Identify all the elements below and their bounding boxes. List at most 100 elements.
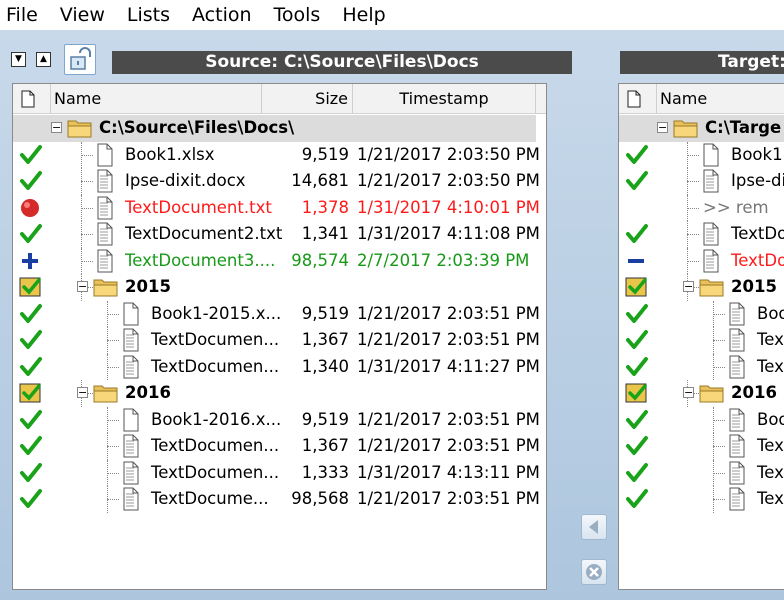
target-pane[interactable]: Name − C:\Targe Book1. Ipse-di >> rem TextDo T… [618,83,784,590]
menu-bar: File View Lists Action Tools Help [0,0,784,30]
file-row[interactable]: TextDo [619,221,784,248]
file-row[interactable]: TextDocumen... 1,333 1/31/2017 4:13:11 PM [13,459,540,486]
tree-line [81,260,93,262]
file-row[interactable]: Tex [619,486,784,513]
file-name: TextDocumen... [151,330,280,349]
name-column-header[interactable]: Name [657,84,784,114]
file-row[interactable]: TextDocument.txt 1,378 1/31/2017 4:10:01 P… [13,194,540,221]
file-row[interactable]: Tex [619,353,784,380]
folder-row[interactable]: − 2016 [619,380,784,407]
folder-name: 2015 [731,277,777,296]
copy-left-button[interactable] [581,514,607,540]
move-down-icon[interactable]: ▼ [11,52,26,67]
file-row[interactable]: Boo [619,300,784,327]
file-row[interactable]: TextDo [619,247,784,274]
menu-lists[interactable]: Lists [121,4,176,26]
file-row[interactable]: >> rem [619,194,784,221]
document-icon [729,487,745,511]
folder-row[interactable]: − C:\Targe [619,115,784,142]
document-icon [729,355,745,378]
tree-line [713,340,725,341]
collapse-toggle[interactable]: − [51,122,62,133]
menu-action[interactable]: Action [186,4,258,26]
menu-file[interactable]: File [0,4,44,26]
check-icon [626,303,648,323]
file-row[interactable]: TextDocument3.... 98,574 2/7/2017 2:03:39 … [13,247,536,274]
file-timestamp: 1/31/2017 4:13:11 PM [357,462,540,482]
folder-check-icon [19,277,41,297]
tree-line [713,366,725,368]
file-row[interactable]: TextDocumen... 1,367 1/21/2017 2:03:51 PM [13,433,540,460]
tree-line [107,472,119,474]
folder-name: 2016 [125,383,171,402]
file-row[interactable]: Book1-2016.x... 9,519 1/21/2017 2:03:51 PM [13,406,540,433]
file-name: Tex [757,462,784,482]
menu-view[interactable]: View [54,4,111,26]
document-icon [97,196,113,219]
collapse-toggle[interactable]: − [77,387,88,398]
size-column-header[interactable]: Size [262,84,353,114]
check-icon [20,303,42,323]
document-icon [97,169,113,193]
collapse-toggle[interactable]: − [683,281,694,292]
file-row[interactable]: Boo [619,406,784,433]
document-icon [97,143,113,166]
document-icon [123,434,139,458]
file-size: 9,519 [301,303,349,323]
file-name: TextDo [731,250,784,270]
lock-button[interactable] [64,44,96,75]
file-row[interactable]: Ipse-dixit.docx 14,681 1/21/2017 2:03:50 P… [13,168,540,195]
file-row[interactable]: Book1-2015.x... 9,519 1/21/2017 2:03:51 PM [13,300,540,327]
check-icon [626,462,648,482]
file-size: 98,568 [291,489,349,508]
check-icon [626,409,648,429]
document-icon [703,143,719,166]
cancel-button[interactable] [581,559,607,585]
check-icon [20,356,42,376]
copy-left-icon [589,520,598,534]
file-name: TextDocume... [151,489,269,508]
move-up-icon[interactable]: ▲ [36,52,51,67]
file-name: TextDocumen... [151,436,280,455]
file-row[interactable]: TextDocument2.txt 1,341 1/31/2017 4:11:08 … [13,221,540,248]
check-icon [20,436,42,455]
source-pane[interactable]: Name Size Timestamp − C:\Source\Files\Doc… [12,83,547,590]
file-column-header[interactable] [619,84,657,114]
file-row[interactable]: Book1.xlsx 9,519 1/21/2017 2:03:50 PM [13,141,540,168]
file-row[interactable]: TextDocumen... 1,340 1/31/2017 4:11:27 PM [13,353,540,380]
file-row[interactable]: TextDocume... 98,568 1/21/2017 2:03:51 PM [13,486,540,513]
collapse-toggle[interactable]: − [683,387,694,398]
file-name: Tex [757,330,784,349]
file-row[interactable]: Ipse-di [619,168,784,195]
tree-line [107,366,119,368]
file-timestamp: 1/21/2017 2:03:51 PM [357,436,540,455]
file-name: TextDocumen... [151,462,280,482]
file-row[interactable]: Tex [619,327,784,354]
document-icon [123,302,139,325]
folder-row[interactable]: − 2016 [13,380,536,407]
check-icon [626,171,648,190]
file-size: 98,574 [291,250,349,270]
tree-line [107,419,119,421]
menu-tools[interactable]: Tools [268,4,327,26]
name-column-header[interactable]: Name [51,84,262,114]
file-row[interactable]: TextDocumen... 1,367 1/21/2017 2:03:51 PM [13,327,540,354]
menu-help[interactable]: Help [336,4,391,26]
folder-row[interactable]: − 2015 [619,274,784,301]
file-timestamp: 1/21/2017 2:03:50 PM [357,171,540,190]
folder-row[interactable]: − 2015 [13,274,536,301]
check-icon [626,356,648,376]
tree-line [713,419,725,421]
file-row[interactable]: Tex [619,459,784,486]
collapse-toggle[interactable]: − [77,281,88,292]
tree-line [81,207,93,209]
plus-icon [22,252,38,269]
file-row[interactable]: Book1. [619,141,784,168]
target-header: Name [619,84,784,114]
collapse-toggle[interactable]: − [657,122,668,133]
timestamp-column-header[interactable]: Timestamp [353,84,536,114]
file-row[interactable]: Tex [619,433,784,460]
folder-check-icon [625,277,647,297]
file-column-header[interactable] [13,84,51,114]
folder-row[interactable]: − C:\Source\Files\Docs\ [13,115,536,142]
